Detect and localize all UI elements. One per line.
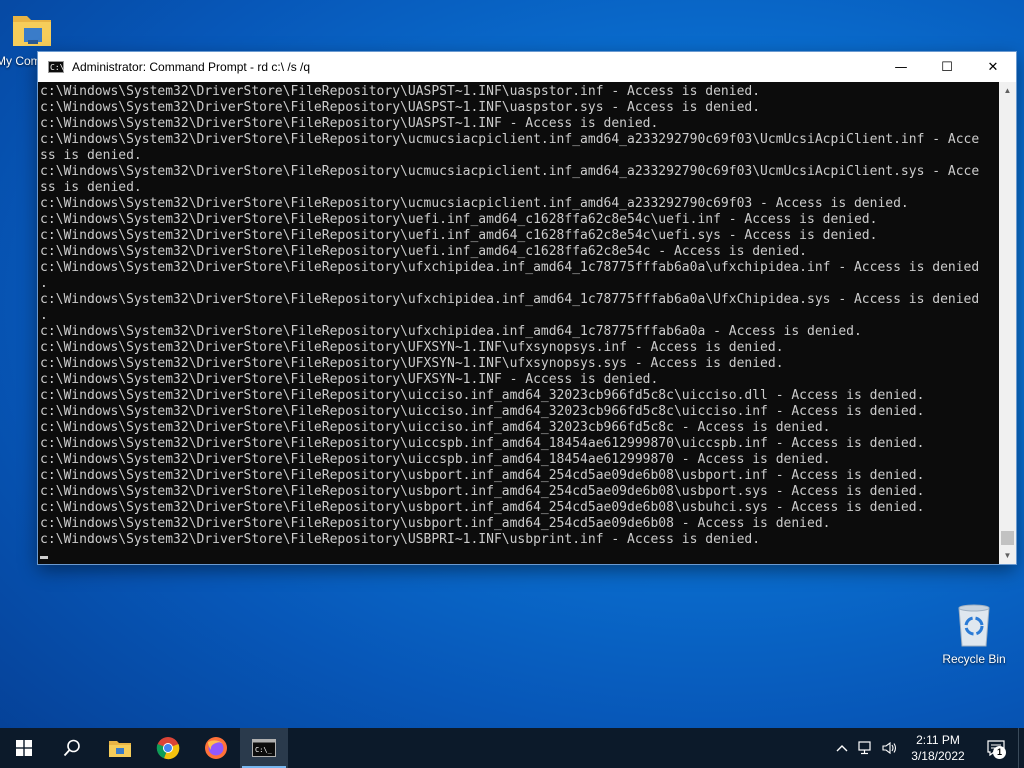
start-button[interactable]	[0, 728, 48, 768]
taskbar-file-explorer[interactable]	[96, 728, 144, 768]
console-line: c:\Windows\System32\DriverStore\FileRepo…	[40, 132, 980, 147]
firefox-icon	[205, 737, 227, 759]
windows-start-icon	[16, 740, 32, 756]
scroll-thumb[interactable]	[1001, 531, 1014, 545]
vertical-scrollbar[interactable]: ▲ ▼	[999, 82, 1016, 564]
window-titlebar[interactable]: C:\ Administrator: Command Prompt - rd c…	[38, 52, 1016, 82]
console-line: .	[40, 308, 48, 323]
console-line: c:\Windows\System32\DriverStore\FileRepo…	[40, 388, 925, 403]
window-title: Administrator: Command Prompt - rd c:\ /…	[72, 60, 311, 74]
taskbar-command-prompt[interactable]: C:\_	[240, 728, 288, 768]
clock-time: 2:11 PM	[916, 733, 960, 747]
maximize-button[interactable]: ☐	[924, 52, 970, 82]
desktop-icon-label: Recycle Bin	[942, 652, 1006, 666]
console-line: c:\Windows\System32\DriverStore\FileRepo…	[40, 452, 831, 467]
taskbar: C:\_ 2:11 PM 3/18/2022 1	[0, 728, 1024, 768]
command-prompt-icon: C:\	[48, 61, 65, 73]
console-line: c:\Windows\System32\DriverStore\FileRepo…	[40, 244, 808, 259]
console-line: c:\Windows\System32\DriverStore\FileRepo…	[40, 340, 784, 355]
chevron-up-icon[interactable]	[830, 728, 854, 768]
search-icon	[63, 739, 80, 757]
console-cursor	[40, 556, 48, 559]
search-button[interactable]	[48, 728, 96, 768]
taskbar-firefox[interactable]	[192, 728, 240, 768]
volume-icon[interactable]	[878, 728, 902, 768]
folder-icon	[13, 16, 51, 46]
console-line: c:\Windows\System32\DriverStore\FileRepo…	[40, 228, 878, 243]
console-line: c:\Windows\System32\DriverStore\FileRepo…	[40, 196, 909, 211]
console-line: c:\Windows\System32\DriverStore\FileRepo…	[40, 356, 784, 371]
console-line: c:\Windows\System32\DriverStore\FileRepo…	[40, 516, 831, 531]
recycle-bin-icon	[958, 604, 990, 647]
console-line: c:\Windows\System32\DriverStore\FileRepo…	[40, 372, 659, 387]
console-line: c:\Windows\System32\DriverStore\FileRepo…	[40, 404, 925, 419]
console-line: ss is denied.	[40, 148, 142, 163]
show-desktop-button[interactable]	[1018, 728, 1024, 768]
notification-badge: 1	[993, 746, 1006, 759]
system-tray: 2:11 PM 3/18/2022 1	[830, 728, 1024, 768]
console-line: c:\Windows\System32\DriverStore\FileRepo…	[40, 212, 878, 227]
notification-center-button[interactable]: 1	[974, 728, 1018, 768]
command-prompt-icon: C:\_	[252, 739, 276, 757]
console-line: c:\Windows\System32\DriverStore\FileRepo…	[40, 468, 925, 483]
chrome-icon	[156, 737, 180, 760]
desktop: My Computer Recycle Bin C:\ Administrato…	[0, 0, 1024, 768]
console-line: c:\Windows\System32\DriverStore\FileRepo…	[40, 100, 761, 115]
console-line: c:\Windows\System32\DriverStore\FileRepo…	[40, 116, 659, 131]
svg-text:C:\_: C:\_	[255, 746, 273, 754]
command-prompt-window[interactable]: C:\ Administrator: Command Prompt - rd c…	[38, 52, 1016, 564]
console-line: c:\Windows\System32\DriverStore\FileRepo…	[40, 532, 761, 547]
console-line: c:\Windows\System32\DriverStore\FileRepo…	[40, 164, 980, 179]
console-line: ss is denied.	[40, 180, 142, 195]
clock[interactable]: 2:11 PM 3/18/2022	[902, 732, 974, 764]
window-controls: — ☐ ✕	[878, 52, 1016, 82]
file-explorer-icon	[109, 741, 131, 757]
console-line: c:\Windows\System32\DriverStore\FileRepo…	[40, 292, 980, 307]
console-line: c:\Windows\System32\DriverStore\FileRepo…	[40, 260, 980, 275]
console-line: c:\Windows\System32\DriverStore\FileRepo…	[40, 420, 831, 435]
close-button[interactable]: ✕	[970, 52, 1016, 82]
console-line: c:\Windows\System32\DriverStore\FileRepo…	[40, 484, 925, 499]
console-output: c:\Windows\System32\DriverStore\FileRepo…	[38, 82, 999, 564]
taskbar-chrome[interactable]	[144, 728, 192, 768]
scroll-down-arrow-icon[interactable]: ▼	[999, 547, 1016, 564]
console-line: c:\Windows\System32\DriverStore\FileRepo…	[40, 84, 761, 99]
console-line: .	[40, 276, 48, 291]
network-icon[interactable]	[854, 728, 878, 768]
minimize-button[interactable]: —	[878, 52, 924, 82]
console-line: c:\Windows\System32\DriverStore\FileRepo…	[40, 436, 925, 451]
desktop-icon-recycle-bin[interactable]: Recycle Bin	[936, 602, 1012, 666]
console-output-area[interactable]: c:\Windows\System32\DriverStore\FileRepo…	[38, 82, 999, 564]
scroll-up-arrow-icon[interactable]: ▲	[999, 82, 1016, 99]
console-line: c:\Windows\System32\DriverStore\FileRepo…	[40, 324, 862, 339]
console-line: c:\Windows\System32\DriverStore\FileRepo…	[40, 500, 925, 515]
clock-date: 3/18/2022	[911, 749, 965, 763]
